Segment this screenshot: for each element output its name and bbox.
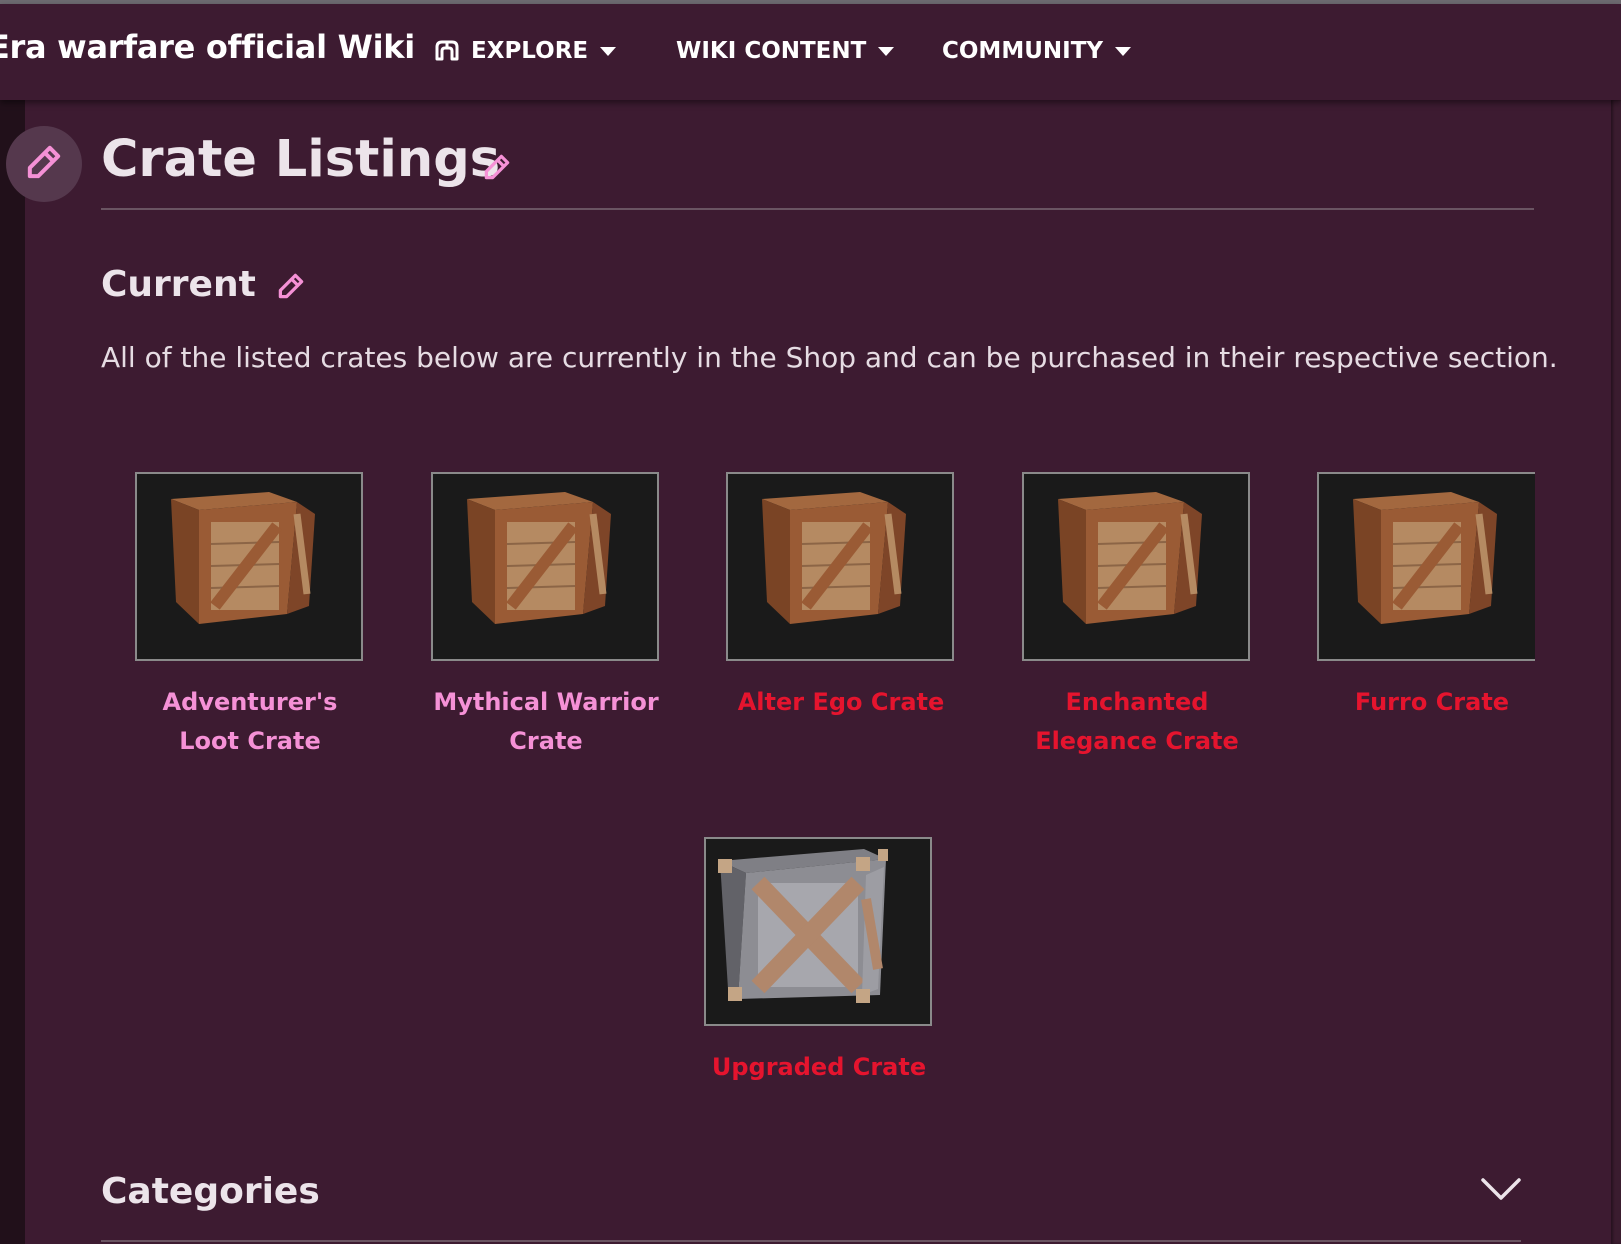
chevron-down-icon[interactable]	[1480, 1175, 1522, 1207]
pencil-icon[interactable]	[482, 152, 512, 186]
page-title: Crate Listings	[101, 130, 501, 189]
chevron-down-icon	[600, 46, 617, 56]
explore-icon	[433, 39, 461, 63]
wooden-crate-icon[interactable]	[431, 472, 659, 661]
nav-community[interactable]: COMMUNITY	[942, 34, 1132, 68]
wooden-crate-icon[interactable]	[135, 472, 363, 661]
categories-divider	[101, 1240, 1521, 1242]
intro-text: All of the listed crates below are curre…	[101, 341, 1558, 374]
crate-link[interactable]: Furro Crate	[1287, 683, 1577, 722]
title-divider	[101, 208, 1534, 210]
nav-explore-label: EXPLORE	[471, 38, 589, 64]
categories-heading[interactable]: Categories	[101, 1171, 320, 1212]
top-navigation: Era warfare official Wiki EXPLORE WIKI C…	[0, 4, 1621, 100]
wooden-crate-icon[interactable]	[1317, 472, 1535, 661]
chevron-down-icon	[878, 46, 895, 56]
pencil-icon	[24, 142, 64, 186]
crate-link[interactable]: Mythical Warrior Crate	[401, 683, 691, 761]
nav-community-label: COMMUNITY	[942, 38, 1104, 64]
section-heading: Current	[101, 264, 256, 305]
crate-link[interactable]: Alter Ego Crate	[696, 683, 986, 722]
nav-wiki-content[interactable]: WIKI CONTENT	[676, 34, 895, 68]
site-title[interactable]: Era warfare official Wiki	[0, 28, 415, 66]
left-rail	[0, 100, 25, 1244]
metal-crate-icon[interactable]	[704, 837, 932, 1026]
chevron-down-icon	[1115, 46, 1132, 56]
wooden-crate-icon[interactable]	[1022, 472, 1250, 661]
crate-link[interactable]: Enchanted Elegance Crate	[992, 683, 1282, 761]
crate-link[interactable]: Adventurer's Loot Crate	[105, 683, 395, 761]
edit-page-button[interactable]	[6, 126, 82, 202]
wooden-crate-icon[interactable]	[726, 472, 954, 661]
crate-link[interactable]: Upgraded Crate	[674, 1048, 964, 1087]
nav-explore[interactable]: EXPLORE	[433, 34, 617, 68]
scrollbar[interactable]	[1611, 100, 1621, 1244]
nav-wiki-content-label: WIKI CONTENT	[676, 38, 867, 64]
pencil-icon[interactable]	[276, 271, 306, 305]
